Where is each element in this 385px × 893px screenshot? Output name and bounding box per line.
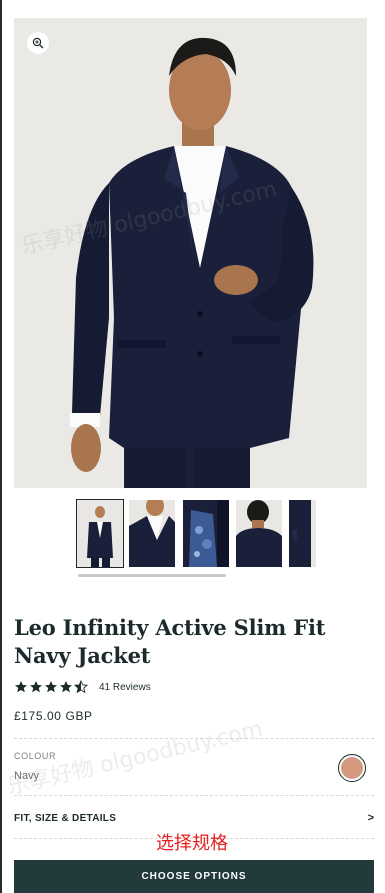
thumbnail-back[interactable] xyxy=(236,500,282,567)
divider xyxy=(14,795,374,796)
annotation-label: 选择规格 xyxy=(156,833,228,854)
star-icon xyxy=(30,681,42,693)
product-title: Leo Infinity Active Slim Fit Navy Jacket xyxy=(14,615,326,668)
thumbnail-strip xyxy=(76,499,316,569)
thumbnail-scrollbar[interactable] xyxy=(78,574,226,577)
star-icon xyxy=(45,681,57,693)
colour-swatch[interactable] xyxy=(338,754,366,782)
thumbnail-image xyxy=(183,500,229,567)
product-price: £175.00 GBP xyxy=(14,709,93,723)
main-product-image[interactable] xyxy=(14,18,367,488)
divider xyxy=(14,738,374,739)
zoom-button[interactable] xyxy=(27,32,49,54)
thumbnail-image xyxy=(129,500,175,567)
half-star-icon xyxy=(74,680,88,694)
thumbnail-image xyxy=(289,500,316,567)
star-icon xyxy=(15,681,27,693)
reviews-link[interactable]: 41 Reviews xyxy=(99,682,151,693)
colour-value: Navy xyxy=(14,770,40,782)
window-edge xyxy=(0,0,2,893)
colour-swatch-fill xyxy=(341,757,363,779)
model-photo xyxy=(14,18,367,488)
fit-size-details-toggle[interactable]: FIT, SIZE & DETAILS > xyxy=(14,809,374,827)
star-icon xyxy=(60,681,72,693)
thumbnail-image xyxy=(236,500,282,567)
thumbnail-side[interactable] xyxy=(289,500,316,567)
thumbnail-image xyxy=(77,500,123,567)
product-rating: 41 Reviews xyxy=(14,680,151,694)
thumbnail-front-full[interactable] xyxy=(76,499,124,568)
fit-size-details-label: FIT, SIZE & DETAILS xyxy=(14,812,117,824)
zoom-in-icon xyxy=(32,37,44,49)
choose-options-button[interactable]: CHOOSE OPTIONS xyxy=(14,860,374,893)
star-rating xyxy=(14,680,89,694)
chevron-right-icon: > xyxy=(367,812,374,824)
thumbnail-lining[interactable] xyxy=(183,500,229,567)
thumbnail-closeup[interactable] xyxy=(129,500,175,567)
colour-label: COLOUR xyxy=(14,751,57,761)
